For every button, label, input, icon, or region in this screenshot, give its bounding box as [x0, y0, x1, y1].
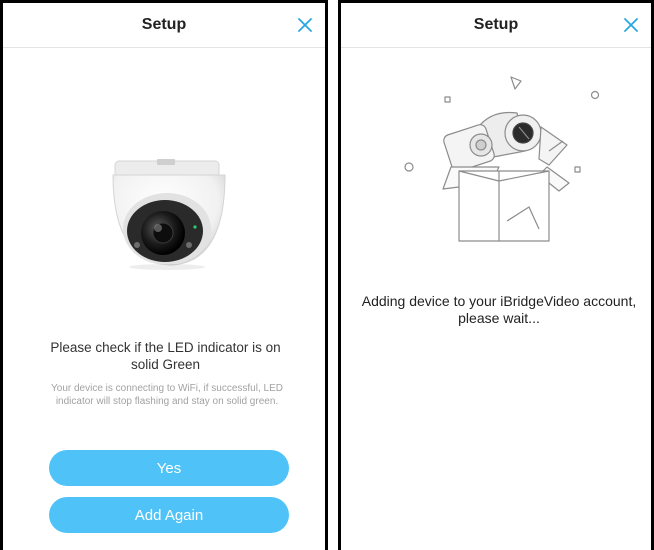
setup-screen-adding-device: Setup Adding device to your iBridgeVideo… — [338, 0, 654, 550]
nav-bar: Setup — [3, 3, 325, 48]
nav-bar: Setup — [341, 3, 651, 48]
led-check-message: Please check if the LED indicator is on … — [50, 340, 281, 372]
led-hint-text: Your device is connecting to WiFi, if su… — [51, 383, 283, 407]
setup-screen-led-check: Setup Please check if the LED indicator … — [0, 0, 328, 550]
add-again-button[interactable]: Add Again — [49, 497, 289, 533]
close-button[interactable] — [619, 13, 643, 37]
close-button[interactable] — [293, 13, 317, 37]
yes-button[interactable]: Yes — [49, 450, 289, 486]
dome-camera-image — [101, 141, 233, 273]
close-icon — [624, 18, 638, 32]
adding-device-status: Adding device to your iBridgeVideo accou… — [361, 293, 637, 326]
gift-box-illustration — [399, 71, 609, 251]
page-title: Setup — [473, 16, 519, 33]
page-title: Setup — [141, 16, 187, 33]
close-icon — [298, 18, 312, 32]
